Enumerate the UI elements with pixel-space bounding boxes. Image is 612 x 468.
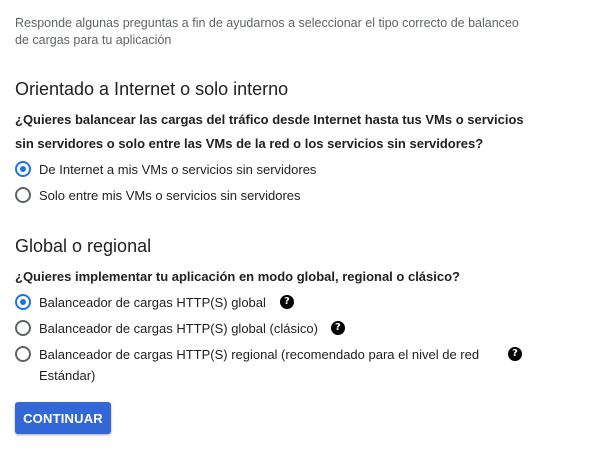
section-title-global-regional: Global o regional xyxy=(15,236,152,256)
radio-label: De Internet a mis VMs o servicios sin se… xyxy=(39,162,317,177)
question-internet: ¿Quieres balancear las cargas del tráfic… xyxy=(15,112,524,151)
radio-button-checked[interactable] xyxy=(15,294,31,310)
radio-button[interactable] xyxy=(15,320,31,336)
radio-button-checked[interactable] xyxy=(15,161,31,177)
radio-label: Balanceador de cargas HTTP(S) global (cl… xyxy=(39,321,318,336)
continue-button[interactable]: Continuar xyxy=(15,402,111,434)
radio-option-https-regional[interactable]: Balanceador de cargas HTTP(S) regional (… xyxy=(15,344,522,386)
radio-option-internal-only[interactable]: Solo entre mis VMs o servicios sin servi… xyxy=(15,185,301,206)
section-title-internet: Orientado a Internet o solo interno xyxy=(15,79,289,99)
radio-option-https-global[interactable]: Balanceador de cargas HTTP(S) global ? xyxy=(15,292,294,313)
radio-label: Solo entre mis VMs o servicios sin servi… xyxy=(39,188,301,203)
help-circle-icon[interactable]: ? xyxy=(279,295,294,309)
radio-label: Balanceador de cargas HTTP(S) global xyxy=(39,295,266,310)
radio-option-https-global-classic[interactable]: Balanceador de cargas HTTP(S) global (cl… xyxy=(15,318,345,339)
radio-option-internet-to-vms[interactable]: De Internet a mis VMs o servicios sin se… xyxy=(15,159,316,180)
help-circle-icon[interactable]: ? xyxy=(330,321,345,335)
help-circle-icon[interactable]: ? xyxy=(508,347,522,361)
radio-label: Balanceador de cargas HTTP(S) regional (… xyxy=(39,347,480,383)
intro-text: Responde algunas preguntas a fin de ayud… xyxy=(15,16,519,47)
question-global-regional: ¿Quieres implementar tu aplicación en mo… xyxy=(15,269,460,284)
radio-button[interactable] xyxy=(15,346,31,362)
radio-button[interactable] xyxy=(15,187,31,203)
load-balancer-wizard: Responde algunas preguntas a fin de ayud… xyxy=(0,0,612,468)
